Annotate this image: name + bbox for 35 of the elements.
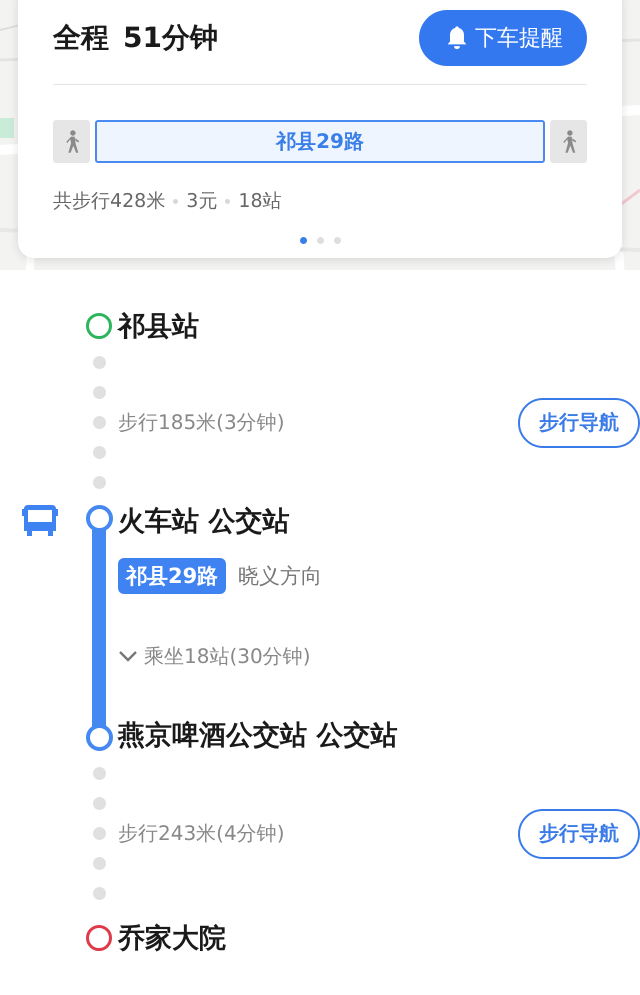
bus-segment: 祁县29路 [95,120,545,163]
station-name: 祁县站 [118,311,199,342]
walk-path-dot [92,827,106,840]
bus-line-tag[interactable]: 祁县29路 [118,558,226,594]
walk-info: 步行185米(3分钟) [118,409,285,436]
alighting-stop: 燕京啤酒公交站 公交站 [118,721,398,751]
page-indicator-dot[interactable] [316,237,324,244]
trip-stat: 18站 [238,189,282,214]
trip-stat: 3元 [186,189,218,214]
direction-text: 晓义方向 [238,563,322,590]
walk-path-dot [92,767,106,780]
boarding-stop: 火车站 公交站 [118,505,290,539]
station-name: 乔家大院 [118,923,226,954]
walk-navigation-button[interactable]: 步行导航 [518,808,640,858]
page-indicator-dot[interactable] [300,237,306,244]
separator-dot-icon [225,198,230,204]
page-indicator-dot[interactable] [334,237,340,244]
walk-info: 步行243米(4分钟) [118,820,285,847]
bus-icon [22,505,58,537]
alight-reminder-button[interactable]: 下车提醒 [419,10,587,66]
walk-path-dot [92,386,106,399]
walk-path-dot [92,476,106,489]
trip-stat: 共步行428米 [53,189,166,214]
walk-path-dot [92,356,106,369]
walk-path-dot [92,797,106,810]
ride-toggle[interactable]: 乘坐18站(30分钟) [118,641,311,671]
trip-duration: 51分钟 [123,20,218,56]
walk-path-dot [92,857,106,870]
walk-path-dot [92,887,106,900]
separator-dot-icon [173,198,178,204]
walk-navigation-button[interactable]: 步行导航 [518,398,640,448]
trip-label: 全程 [53,20,109,56]
walk-path-dot [92,446,106,459]
chevron-icon [118,650,138,662]
walk-path-dot [92,416,106,429]
